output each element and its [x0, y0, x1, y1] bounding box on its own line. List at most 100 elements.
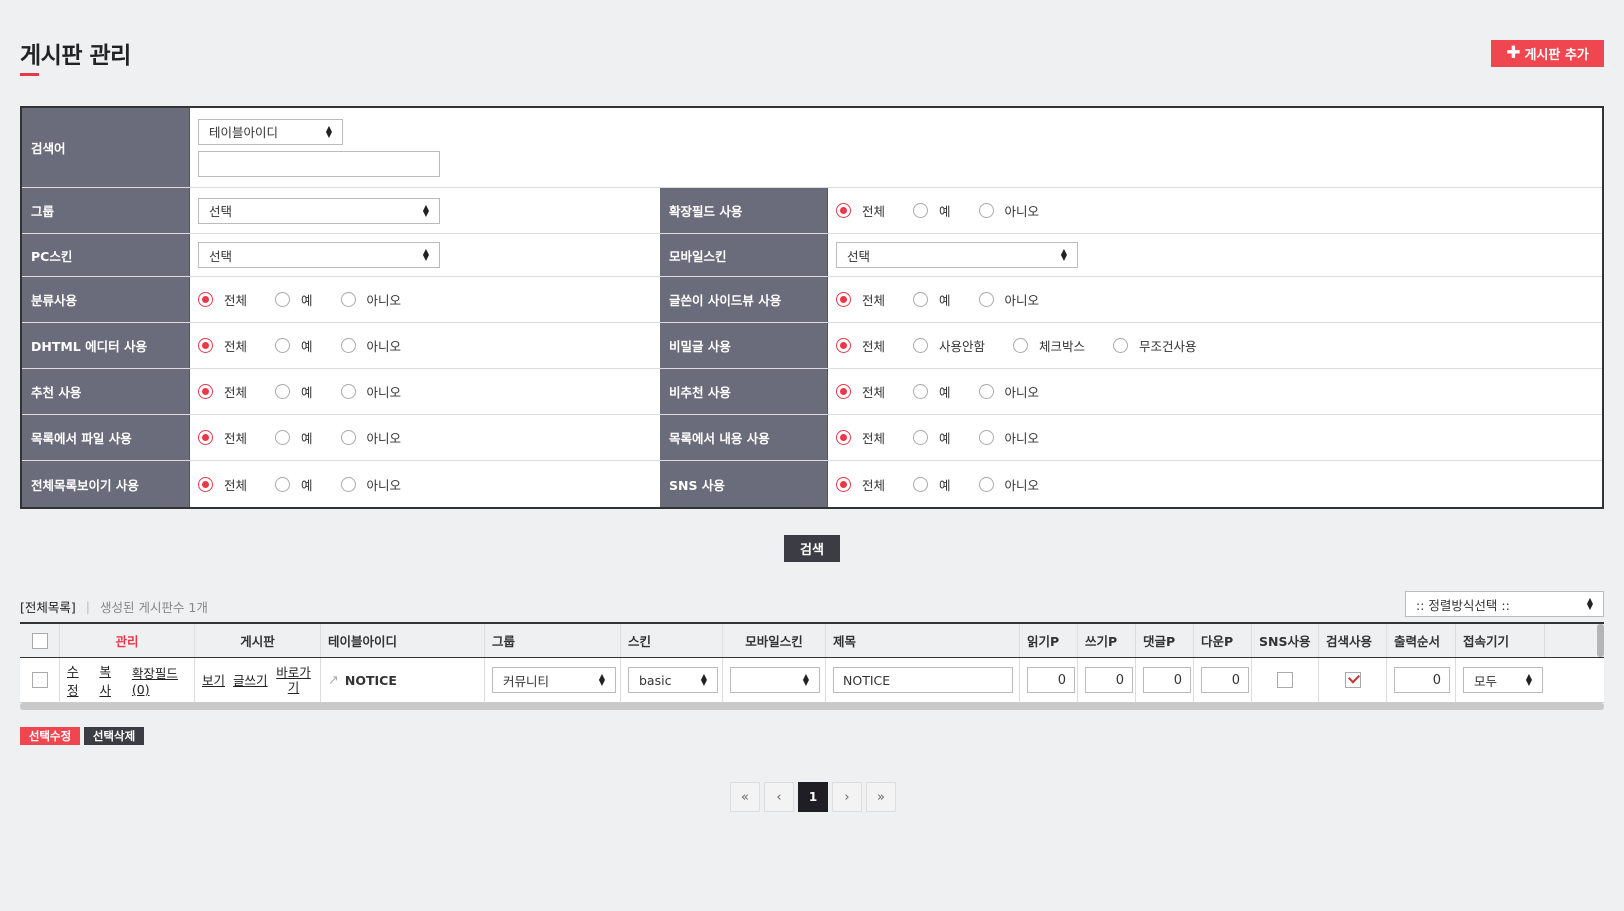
radio-option[interactable]: 전체 [198, 382, 247, 401]
radio-option[interactable]: 전체 [198, 475, 247, 494]
search-use-checkbox[interactable] [1344, 672, 1361, 688]
vertical-scrollbar[interactable] [1597, 624, 1604, 657]
radio-option[interactable]: 전체 [836, 336, 885, 355]
radio-unchecked-icon[interactable] [275, 292, 291, 307]
search-select[interactable]: 선택 ▲ ▼ [836, 242, 1078, 268]
add-board-button[interactable]: ✚ 게시판 추가 [1491, 40, 1604, 67]
radio-option[interactable]: 아니오 [978, 382, 1039, 401]
radio-option[interactable]: 아니오 [340, 382, 401, 401]
write-link[interactable]: 글쓰기 [233, 673, 268, 688]
last-page-button[interactable]: » [866, 782, 896, 812]
radio-option[interactable]: 전체 [836, 382, 885, 401]
radio-checked-icon[interactable] [836, 430, 851, 445]
radio-unchecked-icon[interactable] [913, 476, 929, 492]
radio-unchecked-icon[interactable] [340, 338, 356, 353]
radio-checked-icon[interactable] [198, 292, 213, 307]
copy-link[interactable]: 복사 [99, 661, 121, 699]
radio-option[interactable]: 무조건사용 [1113, 336, 1197, 355]
radio-checked-icon[interactable] [836, 203, 851, 218]
radio-option[interactable]: 아니오 [978, 428, 1039, 447]
radio-unchecked-icon[interactable] [275, 476, 291, 492]
radio-unchecked-icon[interactable] [978, 203, 994, 218]
modify-selected-button[interactable]: 선택수정 [20, 727, 80, 745]
keyword-field-select[interactable]: 테이블아이디 ▲ ▼ [198, 118, 343, 145]
radio-unchecked-icon[interactable] [340, 292, 356, 307]
radio-unchecked-icon[interactable] [275, 384, 291, 399]
radio-unchecked-icon[interactable] [913, 203, 929, 218]
radio-option[interactable]: 예 [913, 382, 951, 401]
delete-selected-button[interactable]: 선택삭제 [84, 727, 144, 745]
radio-option[interactable]: 예 [913, 475, 951, 494]
radio-option[interactable]: 전체 [198, 428, 247, 447]
keyword-input[interactable] [198, 150, 440, 177]
radio-unchecked-icon[interactable] [275, 338, 291, 353]
radio-checked-icon[interactable] [198, 338, 213, 353]
radio-unchecked-icon[interactable] [1113, 338, 1129, 353]
radio-unchecked-icon[interactable] [913, 430, 929, 445]
read-p-input[interactable]: 0 [1027, 667, 1075, 693]
radio-option[interactable]: 체크박스 [1013, 336, 1085, 355]
mobile-skin-select[interactable]: ▲ ▼ [730, 667, 820, 693]
radio-option[interactable]: 아니오 [340, 428, 401, 447]
view-link[interactable]: 보기 [202, 673, 225, 688]
first-page-button[interactable]: « [730, 782, 760, 812]
radio-checked-icon[interactable] [198, 384, 213, 399]
radio-option[interactable]: 아니오 [340, 475, 401, 494]
radio-unchecked-icon[interactable] [340, 476, 356, 492]
radio-option[interactable]: 아니오 [340, 336, 401, 355]
radio-option[interactable]: 예 [275, 475, 313, 494]
radio-option[interactable]: 전체 [836, 475, 885, 494]
external-link-icon[interactable]: ↗ [328, 673, 339, 688]
radio-option[interactable]: 예 [913, 290, 951, 309]
prev-page-button[interactable]: ‹ [764, 782, 794, 812]
radio-option[interactable]: 아니오 [978, 475, 1039, 494]
radio-unchecked-icon[interactable] [978, 430, 994, 445]
current-page[interactable]: 1 [798, 782, 828, 812]
order-input[interactable]: 0 [1394, 667, 1450, 693]
radio-option[interactable]: 전체 [836, 290, 885, 309]
down-p-input[interactable]: 0 [1201, 667, 1249, 693]
sns-checkbox[interactable] [1277, 672, 1293, 688]
next-page-button[interactable]: › [832, 782, 862, 812]
radio-option[interactable]: 예 [275, 428, 313, 447]
edit-link[interactable]: 수정 [67, 661, 89, 699]
radio-option[interactable]: 예 [275, 290, 313, 309]
radio-checked-icon[interactable] [836, 384, 851, 399]
horizontal-scrollbar[interactable] [20, 703, 1604, 710]
radio-checked-icon[interactable] [836, 338, 851, 353]
sort-select[interactable]: :: 정렬방식선택 :: ▲ ▼ [1405, 591, 1604, 617]
radio-unchecked-icon[interactable] [913, 384, 929, 399]
device-select[interactable]: 모두 ▲ ▼ [1463, 667, 1543, 693]
radio-option[interactable]: 사용안함 [913, 336, 985, 355]
radio-unchecked-icon[interactable] [978, 476, 994, 492]
radio-unchecked-icon[interactable] [340, 384, 356, 399]
write-p-input[interactable]: 0 [1085, 667, 1133, 693]
search-select[interactable]: 선택 ▲ ▼ [198, 197, 440, 224]
row-checkbox[interactable] [31, 672, 48, 688]
radio-unchecked-icon[interactable] [913, 338, 929, 353]
comment-p-input[interactable]: 0 [1143, 667, 1191, 693]
radio-option[interactable]: 아니오 [978, 201, 1039, 220]
select-all-checkbox[interactable] [31, 632, 48, 649]
radio-unchecked-icon[interactable] [275, 430, 291, 445]
radio-checked-icon[interactable] [836, 292, 851, 307]
radio-unchecked-icon[interactable] [1013, 338, 1029, 353]
radio-unchecked-icon[interactable] [978, 384, 994, 399]
goto-link[interactable]: 바로가기 [276, 665, 312, 695]
radio-option[interactable]: 전체 [836, 201, 885, 220]
radio-option[interactable]: 예 [275, 336, 313, 355]
skin-select[interactable]: basic ▲ ▼ [628, 667, 718, 693]
radio-unchecked-icon[interactable] [978, 292, 994, 307]
radio-unchecked-icon[interactable] [913, 292, 929, 307]
radio-checked-icon[interactable] [198, 476, 213, 492]
search-select[interactable]: 선택 ▲ ▼ [198, 242, 440, 268]
radio-option[interactable]: 전체 [198, 290, 247, 309]
radio-option[interactable]: 예 [913, 201, 951, 220]
extra-field-link[interactable]: 확장필드(0) [132, 663, 194, 697]
radio-option[interactable]: 전체 [198, 336, 247, 355]
radio-option[interactable]: 예 [275, 382, 313, 401]
radio-option[interactable]: 아니오 [340, 290, 401, 309]
search-button[interactable]: 검색 [784, 535, 840, 562]
title-input[interactable]: NOTICE [833, 667, 1013, 693]
radio-option[interactable]: 아니오 [978, 290, 1039, 309]
